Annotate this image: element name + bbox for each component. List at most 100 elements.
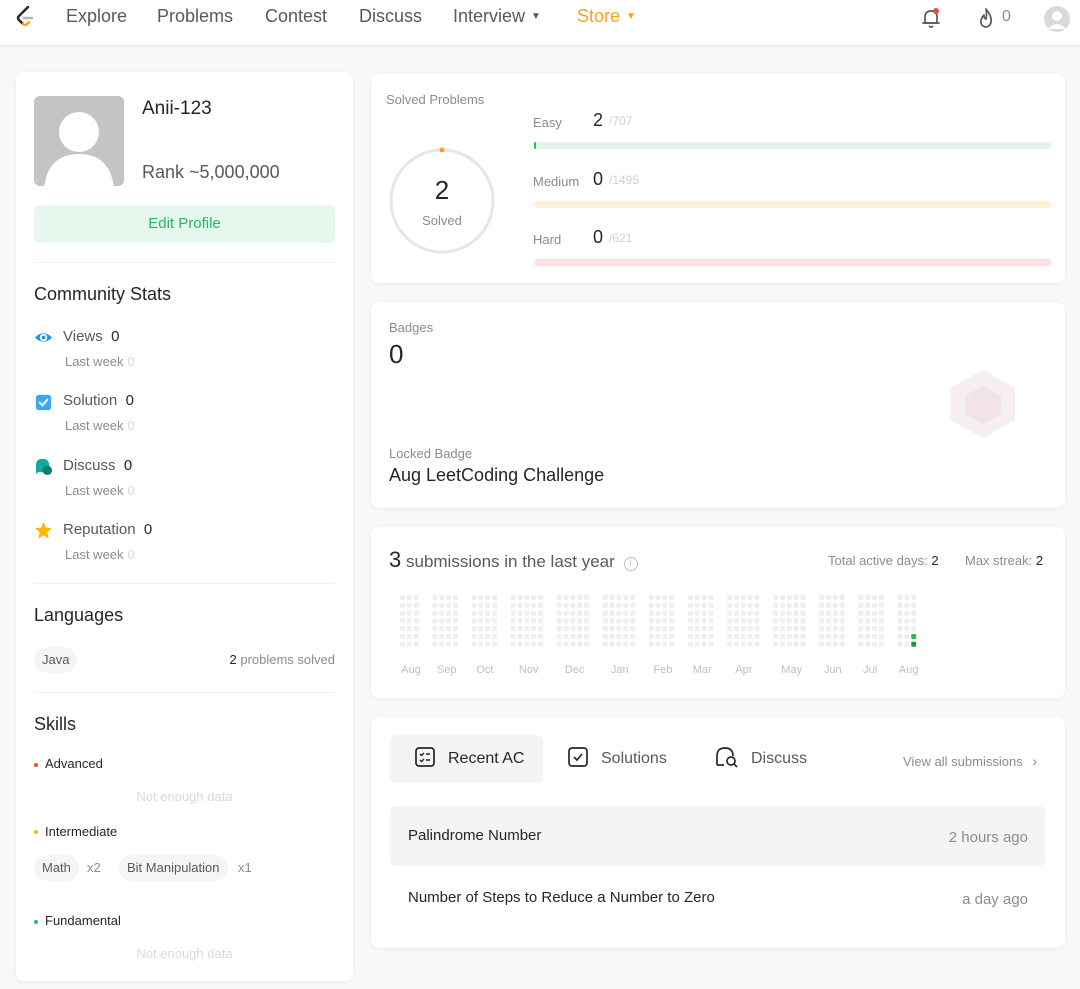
heatmap-cell[interactable] — [531, 595, 537, 600]
heatmap-cell[interactable] — [878, 634, 884, 639]
heatmap-cell[interactable] — [727, 641, 733, 647]
heatmap-cell[interactable] — [524, 626, 530, 632]
heatmap-cell[interactable] — [826, 602, 831, 608]
heatmap-cell[interactable] — [754, 595, 760, 600]
heatmap-cell[interactable] — [911, 626, 917, 632]
heatmap-cell[interactable] — [570, 610, 576, 616]
heatmap-cell[interactable] — [734, 595, 739, 600]
heatmap-cell[interactable] — [577, 626, 583, 632]
heatmap-cell[interactable] — [452, 641, 458, 647]
heatmap-cell[interactable] — [832, 641, 838, 647]
heatmap-cell[interactable] — [669, 610, 675, 616]
heatmap-cell[interactable] — [623, 626, 629, 632]
heatmap-cell[interactable] — [570, 618, 576, 624]
heatmap-cell[interactable] — [701, 641, 707, 647]
heatmap-cell[interactable] — [858, 610, 864, 616]
heatmap-cell[interactable] — [471, 602, 477, 608]
heatmap-cell[interactable] — [694, 641, 700, 647]
heatmap-cell[interactable] — [780, 602, 785, 608]
heatmap-cell[interactable] — [623, 595, 629, 600]
heatmap-cell[interactable] — [584, 610, 589, 616]
heatmap-cell[interactable] — [478, 595, 484, 600]
heatmap-cell[interactable] — [570, 602, 576, 608]
heatmap-cell[interactable] — [786, 610, 792, 616]
heatmap-cell[interactable] — [517, 618, 523, 624]
heatmap-cell[interactable] — [602, 626, 608, 632]
heatmap-cell[interactable] — [839, 634, 845, 639]
heatmap-cell[interactable] — [878, 602, 884, 608]
heatmap-cell[interactable] — [492, 602, 497, 608]
heatmap-cell[interactable] — [688, 618, 693, 624]
heatmap-cell[interactable] — [492, 634, 497, 639]
heatmap-cell[interactable] — [630, 595, 635, 600]
heatmap-cell[interactable] — [446, 595, 451, 600]
heatmap-cell[interactable] — [858, 626, 864, 632]
heatmap-cell[interactable] — [662, 602, 668, 608]
heatmap-cell[interactable] — [517, 634, 523, 639]
heatmap-cell[interactable] — [747, 634, 753, 639]
avatar[interactable] — [34, 96, 124, 186]
heatmap-cell[interactable] — [439, 610, 445, 616]
heatmap-cell[interactable] — [517, 610, 523, 616]
heatmap-cell[interactable] — [800, 595, 806, 600]
heatmap-cell[interactable] — [471, 634, 477, 639]
heatmap-cell[interactable] — [478, 610, 484, 616]
heatmap-cell[interactable] — [538, 595, 543, 600]
tab-discuss[interactable]: Discuss — [715, 735, 807, 783]
heatmap-cell[interactable] — [478, 626, 484, 632]
heatmap-cell[interactable] — [800, 618, 806, 624]
heatmap-cell[interactable] — [510, 595, 516, 600]
heatmap-cell[interactable] — [819, 618, 825, 624]
heatmap-cell[interactable] — [485, 610, 491, 616]
heatmap-cell[interactable] — [531, 602, 537, 608]
heatmap-cell[interactable] — [740, 602, 746, 608]
heatmap-cell[interactable] — [754, 618, 760, 624]
heatmap-cell[interactable] — [897, 610, 903, 616]
heatmap-cell[interactable] — [701, 618, 707, 624]
heatmap-cell[interactable] — [701, 602, 707, 608]
heatmap-cell[interactable] — [858, 618, 864, 624]
heatmap-cell[interactable] — [439, 618, 445, 624]
heatmap-cell[interactable] — [432, 626, 438, 632]
heatmap-cell[interactable] — [563, 595, 569, 600]
heatmap-cell[interactable] — [538, 634, 543, 639]
heatmap-cell[interactable] — [563, 634, 569, 639]
heatmap-cell[interactable] — [517, 602, 523, 608]
heatmap-cell[interactable] — [832, 618, 838, 624]
heatmap-cell[interactable] — [655, 602, 661, 608]
heatmap-cell[interactable] — [911, 595, 917, 600]
heatmap-cell[interactable] — [734, 610, 739, 616]
heatmap-cell[interactable] — [708, 610, 714, 616]
heatmap-cell[interactable] — [904, 634, 910, 639]
heatmap-cell[interactable] — [727, 595, 733, 600]
heatmap-cell[interactable] — [478, 641, 484, 647]
heatmap-cell[interactable] — [492, 641, 497, 647]
heatmap-cell[interactable] — [826, 641, 831, 647]
heatmap-cell[interactable] — [662, 595, 668, 600]
heatmap-cell[interactable] — [432, 618, 438, 624]
heatmap-cell[interactable] — [524, 610, 530, 616]
heatmap-cell[interactable] — [439, 595, 445, 600]
heatmap-cell[interactable] — [878, 595, 884, 600]
heatmap-cell[interactable] — [538, 618, 543, 624]
heatmap-cell[interactable] — [826, 626, 831, 632]
bell-icon[interactable] — [919, 6, 943, 30]
heatmap-cell[interactable] — [747, 641, 753, 647]
heatmap-cell[interactable] — [727, 626, 733, 632]
heatmap-cell[interactable] — [819, 595, 825, 600]
heatmap-cell[interactable] — [478, 602, 484, 608]
heatmap-cell[interactable] — [793, 602, 799, 608]
heatmap-cell[interactable] — [819, 626, 825, 632]
heatmap-cell[interactable] — [701, 626, 707, 632]
heatmap-cell[interactable] — [734, 618, 739, 624]
heatmap-cell[interactable] — [432, 602, 438, 608]
heatmap-cell[interactable] — [701, 634, 707, 639]
heatmap-cell[interactable] — [786, 626, 792, 632]
leetcode-logo-icon[interactable] — [12, 4, 38, 30]
heatmap-cell[interactable] — [406, 618, 412, 624]
heatmap-cell[interactable] — [648, 634, 654, 639]
heatmap-cell[interactable] — [708, 595, 714, 600]
heatmap-cell[interactable] — [669, 641, 675, 647]
heatmap-cell[interactable] — [400, 626, 405, 632]
heatmap-cell[interactable] — [800, 634, 806, 639]
